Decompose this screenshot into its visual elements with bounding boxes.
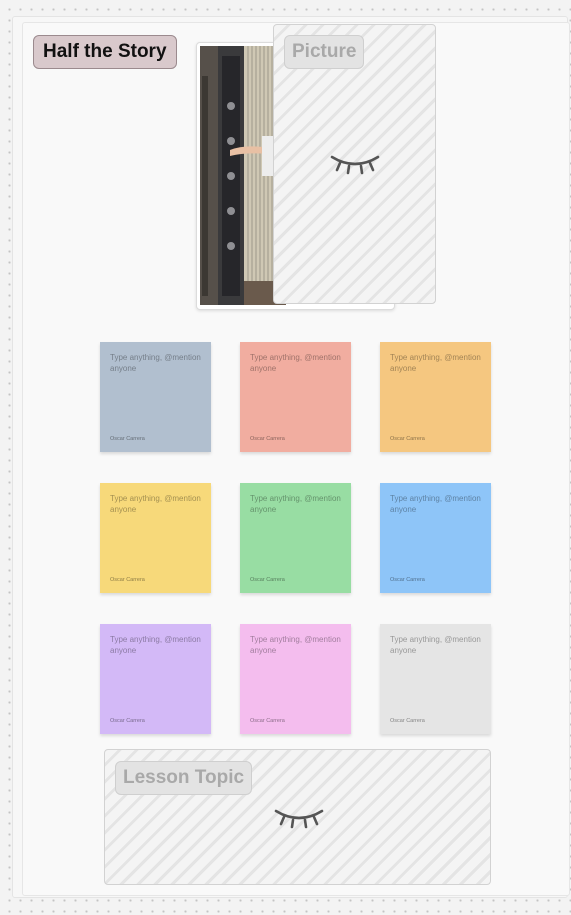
sticky-note-author: Oscar Carrera [390,577,425,583]
sticky-note-author: Oscar Carrera [110,577,145,583]
sticky-note-placeholder[interactable]: Type anything, @mention anyone [390,493,485,515]
eye-closed-icon[interactable] [328,151,382,175]
sticky-note[interactable]: Type anything, @mention anyone Oscar Carr… [240,483,351,593]
sticky-note[interactable]: Type anything, @mention anyone Oscar Carr… [380,624,491,734]
sticky-note-author: Oscar Carrera [390,718,425,724]
sticky-note-author: Oscar Carrera [250,436,285,442]
sticky-note-placeholder[interactable]: Type anything, @mention anyone [110,493,205,515]
sticky-note-placeholder[interactable]: Type anything, @mention anyone [250,634,345,656]
sticky-note-placeholder[interactable]: Type anything, @mention anyone [390,634,485,656]
board-title[interactable]: Half the Story [33,35,177,69]
picture-label: Picture [284,35,365,69]
lesson-topic-hidden-block[interactable]: Lesson Topic [104,749,491,885]
sticky-note[interactable]: Type anything, @mention anyone Oscar Carr… [240,624,351,734]
sticky-note[interactable]: Type anything, @mention anyone Oscar Carr… [240,342,351,452]
sticky-note-placeholder[interactable]: Type anything, @mention anyone [390,352,485,374]
eye-closed-icon[interactable] [272,805,326,829]
sticky-note-author: Oscar Carrera [250,577,285,583]
sticky-note[interactable]: Type anything, @mention anyone Oscar Carr… [380,342,491,452]
sticky-note[interactable]: Type anything, @mention anyone Oscar Carr… [100,342,211,452]
sticky-note-author: Oscar Carrera [250,718,285,724]
lesson-topic-label: Lesson Topic [115,761,253,795]
sticky-note-placeholder[interactable]: Type anything, @mention anyone [110,634,205,656]
sticky-note-author: Oscar Carrera [390,436,425,442]
sticky-note-author: Oscar Carrera [110,718,145,724]
sticky-note-placeholder[interactable]: Type anything, @mention anyone [250,493,345,515]
sticky-note-placeholder[interactable]: Type anything, @mention anyone [250,352,345,374]
sticky-note-author: Oscar Carrera [110,436,145,442]
sticky-note[interactable]: Type anything, @mention anyone Oscar Carr… [100,483,211,593]
sticky-note-placeholder[interactable]: Type anything, @mention anyone [110,352,205,374]
sticky-note[interactable]: Type anything, @mention anyone Oscar Carr… [100,624,211,734]
picture-hidden-block[interactable]: Picture [273,24,436,304]
sticky-note[interactable]: Type anything, @mention anyone Oscar Carr… [380,483,491,593]
